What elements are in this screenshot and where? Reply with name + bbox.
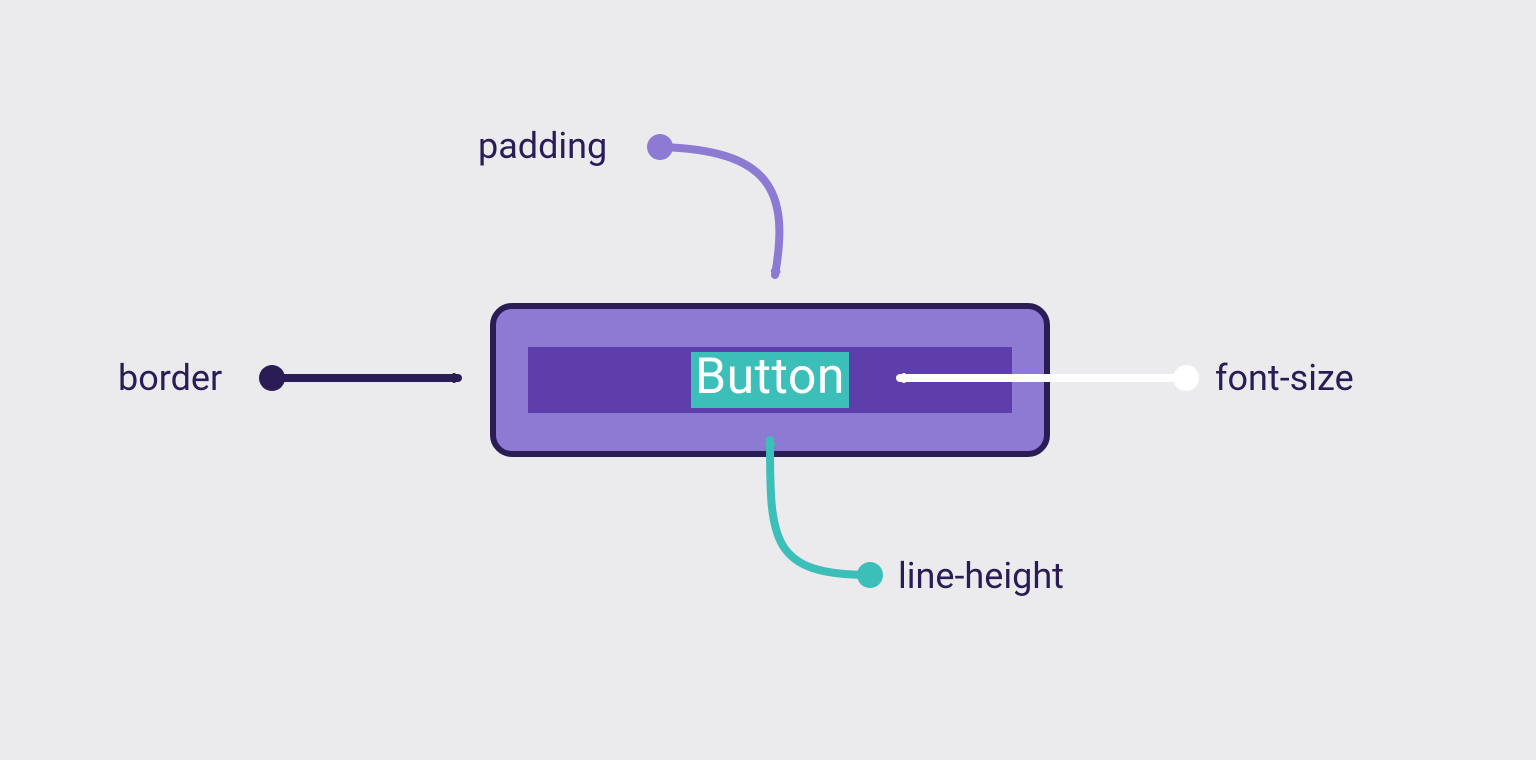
arrow-padding [647, 134, 779, 275]
button-font-size-box: Button [691, 352, 849, 408]
arrow-line-height [770, 440, 883, 588]
label-line-height: line-height [898, 558, 1064, 594]
button-text: Button [695, 352, 845, 402]
button-line-height-box: Button [528, 347, 1012, 413]
diagram-stage: Button padding border font-size line-hei… [0, 0, 1536, 760]
button-outer-border: Button [490, 303, 1050, 457]
arrow-border [259, 365, 458, 391]
label-border: border [118, 360, 222, 396]
label-padding: padding [478, 128, 607, 164]
label-font-size: font-size [1215, 360, 1354, 396]
